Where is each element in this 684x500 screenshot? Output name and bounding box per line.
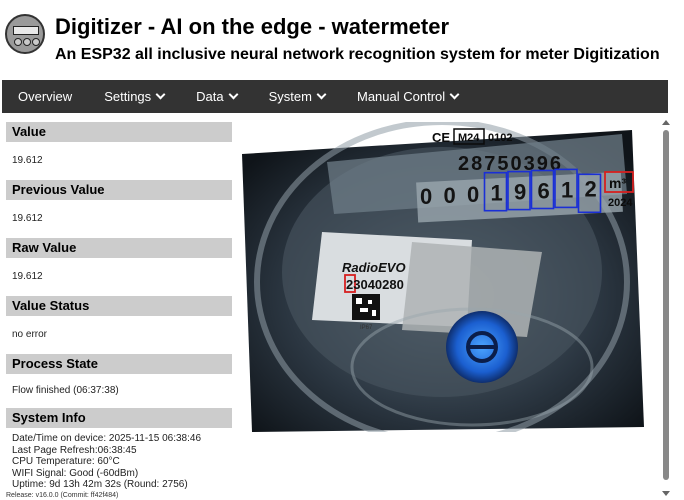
meter-camera-image: CE M24 0102 28750396 00019612 m³ 2024 Ra… [242,122,644,432]
page-scrollbar[interactable] [660,118,672,498]
nav-manual-control[interactable]: Manual Control [341,80,474,113]
odometer-digit: 1 [491,181,503,206]
odometer-digit: 9 [514,180,526,205]
nav-system-label: System [268,89,312,104]
brand-label: RadioEVO [342,260,406,275]
odometer-digit: 0 [467,182,479,207]
meter-unit: m³ [609,175,626,191]
chevron-down-icon [155,89,166,100]
value-heading: Value [6,122,232,142]
main-nav: Overview Settings Data System Manual Con… [2,80,668,113]
nav-overview[interactable]: Overview [2,80,88,113]
system-info-heading: System Info [6,408,232,428]
logo-dial-icon [23,38,31,46]
system-info-last-refresh: Last Page Refresh:06:38:45 [12,444,137,456]
system-info-cpu-temp: CPU Temperature: 60°C [12,456,120,467]
system-info-datetime: Date/Time on device: 2025-11-15 06:38:46 [12,433,202,444]
nav-system[interactable]: System [253,80,341,113]
process-state-heading: Process State [6,354,232,374]
scroll-thumb[interactable] [663,130,669,480]
system-info-uptime: Uptime: 9d 13h 42m 32s (Round: 2756) [12,479,188,490]
page-title: Digitizer - AI on the edge - watermeter [55,14,450,39]
raw-value-heading: Raw Value [6,238,232,258]
scroll-down-arrow-icon[interactable] [662,491,670,496]
system-info-wifi: WIFI Signal: Good (-60dBm) [12,467,139,479]
odometer-digit: 0 [420,184,432,209]
value-status-heading: Value Status [6,296,232,316]
previous-value-content: 19.612 [12,213,43,224]
logo-screen-icon [13,26,39,35]
ce-mark: CE [432,130,450,145]
status-panel: Value 19.612 Previous Value 19.612 Raw V… [6,122,232,491]
system-info-content: Date/Time on device: 2025-11-15 06:38:46… [6,428,232,491]
value-content: 19.612 [12,155,43,166]
odometer-digit: 0 [444,183,456,208]
value-status-content: no error [12,329,48,340]
chevron-down-icon [228,89,239,100]
logo-dial-icon [32,38,40,46]
previous-value-heading: Previous Value [6,180,232,200]
meter-m-suffix: 0102 [488,132,512,144]
meter-year: 2024 [608,197,633,209]
odometer-digit: 2 [585,176,597,201]
logo-dial-icon [14,38,22,46]
nav-settings-label: Settings [104,89,152,104]
odometer-digit: 1 [561,177,573,202]
nav-settings[interactable]: Settings [88,80,180,113]
nav-manual-control-label: Manual Control [356,89,446,104]
page-subtitle: An ESP32 all inclusive neural network re… [55,46,660,63]
module-id: 23040280 [346,277,404,292]
chevron-down-icon [316,89,327,100]
process-state-content: Flow finished (06:37:38) [12,385,119,396]
nav-overview-label: Overview [18,89,73,104]
odometer-digit: 6 [538,179,550,204]
release-footer: Release: v16.0.0 (Commit: ff42f484) [6,492,119,499]
nav-data[interactable]: Data [180,80,252,113]
scroll-up-arrow-icon[interactable] [662,120,670,125]
chevron-down-icon [449,89,460,100]
app-logo [5,14,45,54]
nav-data-label: Data [196,89,224,104]
raw-value-content: 19.612 [12,271,43,282]
ip-rating: IP67 [360,325,373,331]
meter-m-code: M24 [458,132,480,144]
